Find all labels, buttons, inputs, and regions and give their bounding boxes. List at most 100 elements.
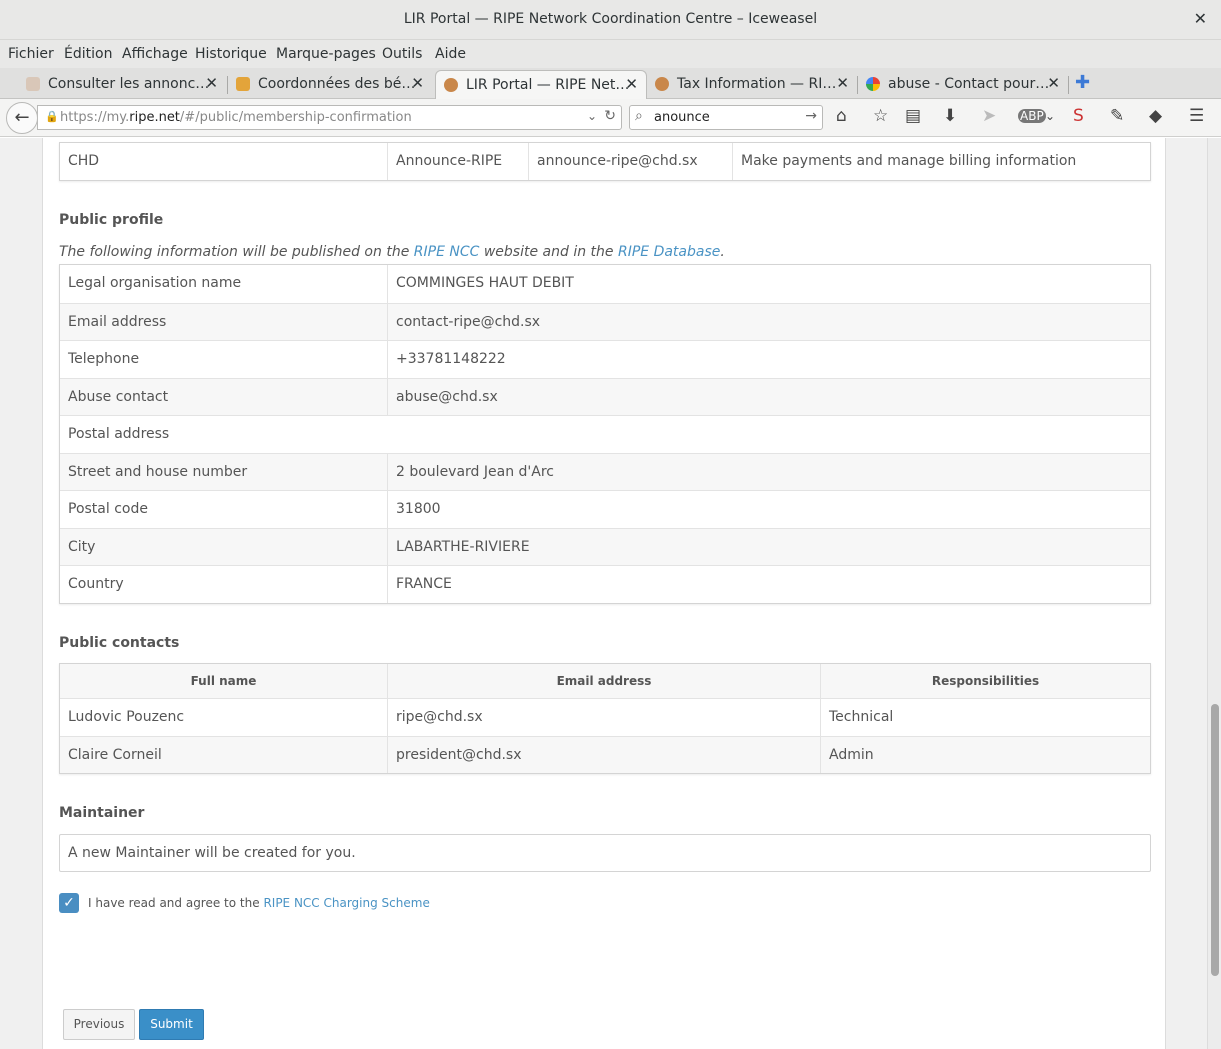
ripe-favicon-icon: [655, 77, 669, 91]
page-viewport: CHD Announce-RIPE announce-ripe@chd.sx M…: [0, 138, 1207, 1049]
table-row: Postal code 31800: [60, 490, 1150, 528]
history-dropdown-icon[interactable]: ⌄: [587, 109, 597, 123]
menu-historique[interactable]: Historique: [195, 46, 267, 62]
row-value: FRANCE: [387, 566, 1150, 603]
tab-close-icon[interactable]: ✕: [625, 75, 638, 93]
tab-label: abuse - Contact pour…: [888, 76, 1050, 92]
column-header: Email address: [387, 664, 820, 698]
tab-abuse-contact[interactable]: abuse - Contact pour… ✕: [858, 70, 1068, 99]
download-icon[interactable]: ⬇: [943, 106, 957, 126]
table-header-row: Full name Email address Responsibilities: [60, 664, 1150, 698]
billing-email: announce-ripe@chd.sx: [528, 143, 732, 180]
tab-consulter[interactable]: Consulter les annonc… ✕: [18, 70, 226, 99]
extension-counter-icon[interactable]: ✎: [1110, 106, 1124, 126]
table-row: Postal address: [60, 415, 1150, 453]
navigation-toolbar: 🔒 https://my.ripe.net/#/public/membershi…: [0, 99, 1221, 137]
search-bar[interactable]: ⌕ anounce →: [629, 105, 823, 130]
url-bar[interactable]: 🔒 https://my.ripe.net/#/public/membershi…: [37, 105, 622, 130]
search-go-icon[interactable]: →: [805, 108, 817, 124]
adblock-icon[interactable]: ABP: [1018, 109, 1046, 123]
ripe-favicon-icon: [444, 78, 458, 92]
row-value: contact-ripe@chd.sx: [387, 303, 1150, 340]
url-text: https://my.ripe.net/#/public/membership-…: [60, 110, 412, 125]
menu-aide[interactable]: Aide: [435, 46, 466, 62]
bookmark-star-icon[interactable]: ☆: [873, 106, 888, 126]
back-button[interactable]: ←: [6, 102, 38, 134]
public-contacts-table: Full name Email address Responsibilities…: [59, 663, 1151, 774]
charging-scheme-link[interactable]: RIPE NCC Charging Scheme: [263, 896, 429, 910]
menu-fichier[interactable]: Fichier: [8, 46, 54, 62]
menu-outils[interactable]: Outils: [382, 46, 422, 62]
bookmarks-list-icon[interactable]: ▤: [905, 106, 921, 126]
menu-bar: Fichier Édition Affichage Historique Mar…: [0, 40, 1221, 68]
row-value: 2 boulevard Jean d'Arc: [387, 453, 1150, 490]
menu-edition[interactable]: Édition: [64, 46, 112, 62]
contact-role: Technical: [820, 699, 1150, 736]
send-icon[interactable]: ➤: [982, 106, 996, 126]
billing-responsibility: Make payments and manage billing informa…: [732, 143, 1150, 180]
new-tab-plus-icon[interactable]: ✚: [1075, 72, 1090, 93]
row-label: Postal code: [68, 501, 148, 517]
hamburger-menu-icon[interactable]: ☰: [1189, 106, 1204, 126]
extension-s-icon[interactable]: S: [1073, 106, 1084, 126]
search-input[interactable]: anounce: [654, 110, 710, 125]
content-panel: CHD Announce-RIPE announce-ripe@chd.sx M…: [42, 138, 1166, 1049]
tab-tax-information[interactable]: Tax Information — RI… ✕: [647, 70, 857, 99]
window-title: LIR Portal — RIPE Network Coordination C…: [403, 11, 818, 27]
row-value: 31800: [387, 491, 1150, 528]
tab-label: Coordonnées des bé…: [258, 76, 416, 92]
reload-icon[interactable]: ↻: [604, 108, 616, 124]
adblock-dropdown-icon[interactable]: ⌄: [1045, 109, 1055, 123]
table-row: Abuse contact abuse@chd.sx: [60, 377, 1150, 415]
menu-marque-pages[interactable]: Marque-pages: [276, 46, 376, 62]
public-contacts-title: Public contacts: [59, 635, 180, 651]
billing-name: Announce-RIPE: [387, 143, 528, 180]
row-label: Telephone: [68, 351, 140, 367]
scrollbar-thumb[interactable]: [1211, 704, 1219, 976]
row-label: Abuse contact: [68, 388, 169, 405]
table-row: Ludovic Pouzenc ripe@chd.sx Technical: [60, 698, 1150, 736]
row-label: Country: [68, 576, 124, 592]
row-value: abuse@chd.sx: [387, 378, 1150, 415]
maintainer-info-box: A new Maintainer will be created for you…: [59, 834, 1151, 872]
tab-close-icon[interactable]: ✕: [411, 74, 424, 92]
row-label: Street and house number: [68, 463, 248, 480]
ripe-ncc-link[interactable]: RIPE NCC: [414, 244, 480, 260]
billing-contacts-table: CHD Announce-RIPE announce-ripe@chd.sx M…: [59, 142, 1151, 181]
maintainer-title: Maintainer: [59, 805, 145, 821]
agree-checkbox[interactable]: ✓: [59, 893, 79, 913]
tab-lir-portal[interactable]: LIR Portal — RIPE Net… ✕: [435, 70, 647, 99]
public-profile-title: Public profile: [59, 212, 164, 228]
billing-org: CHD: [68, 153, 100, 169]
table-row: Email address contact-ripe@chd.sx: [60, 302, 1150, 340]
tab-bar: Consulter les annonc… ✕ Coordonnées des …: [0, 68, 1221, 99]
ripe-database-link[interactable]: RIPE Database: [618, 244, 720, 260]
row-value: LABARTHE-RIVIERE: [387, 528, 1150, 565]
window-close-icon[interactable]: ✕: [1194, 9, 1207, 28]
table-row: CHD Announce-RIPE announce-ripe@chd.sx M…: [60, 143, 1150, 180]
tab-label: LIR Portal — RIPE Net…: [466, 77, 630, 93]
table-row: Telephone +33781148222: [60, 340, 1150, 378]
row-value: COMMINGES HAUT DEBIT: [387, 265, 1150, 303]
table-row: Country FRANCE: [60, 565, 1150, 603]
column-header: Full name: [190, 674, 257, 688]
page-scrollbar[interactable]: [1207, 138, 1221, 1049]
contact-email: president@chd.sx: [387, 736, 820, 773]
page-favicon-icon: [236, 77, 250, 91]
submit-button[interactable]: Submit: [139, 1009, 204, 1040]
tab-label: Consulter les annonc…: [48, 76, 210, 92]
tab-close-icon[interactable]: ✕: [1047, 74, 1060, 92]
public-profile-table: Legal organisation name COMMINGES HAUT D…: [59, 264, 1151, 604]
tab-coordonnees[interactable]: Coordonnées des bé… ✕: [228, 70, 432, 99]
page-favicon-icon: [26, 77, 40, 91]
tab-close-icon[interactable]: ✕: [205, 74, 218, 92]
row-label: City: [68, 538, 96, 555]
previous-button[interactable]: Previous: [63, 1009, 135, 1040]
column-header: Responsibilities: [820, 664, 1150, 698]
extension-bird-icon[interactable]: ◆: [1149, 106, 1162, 126]
table-row: City LABARTHE-RIVIERE: [60, 527, 1150, 565]
home-icon[interactable]: ⌂: [836, 106, 847, 126]
tab-close-icon[interactable]: ✕: [836, 74, 849, 92]
menu-affichage[interactable]: Affichage: [122, 46, 188, 62]
public-profile-intro: The following information will be publis…: [59, 244, 725, 260]
